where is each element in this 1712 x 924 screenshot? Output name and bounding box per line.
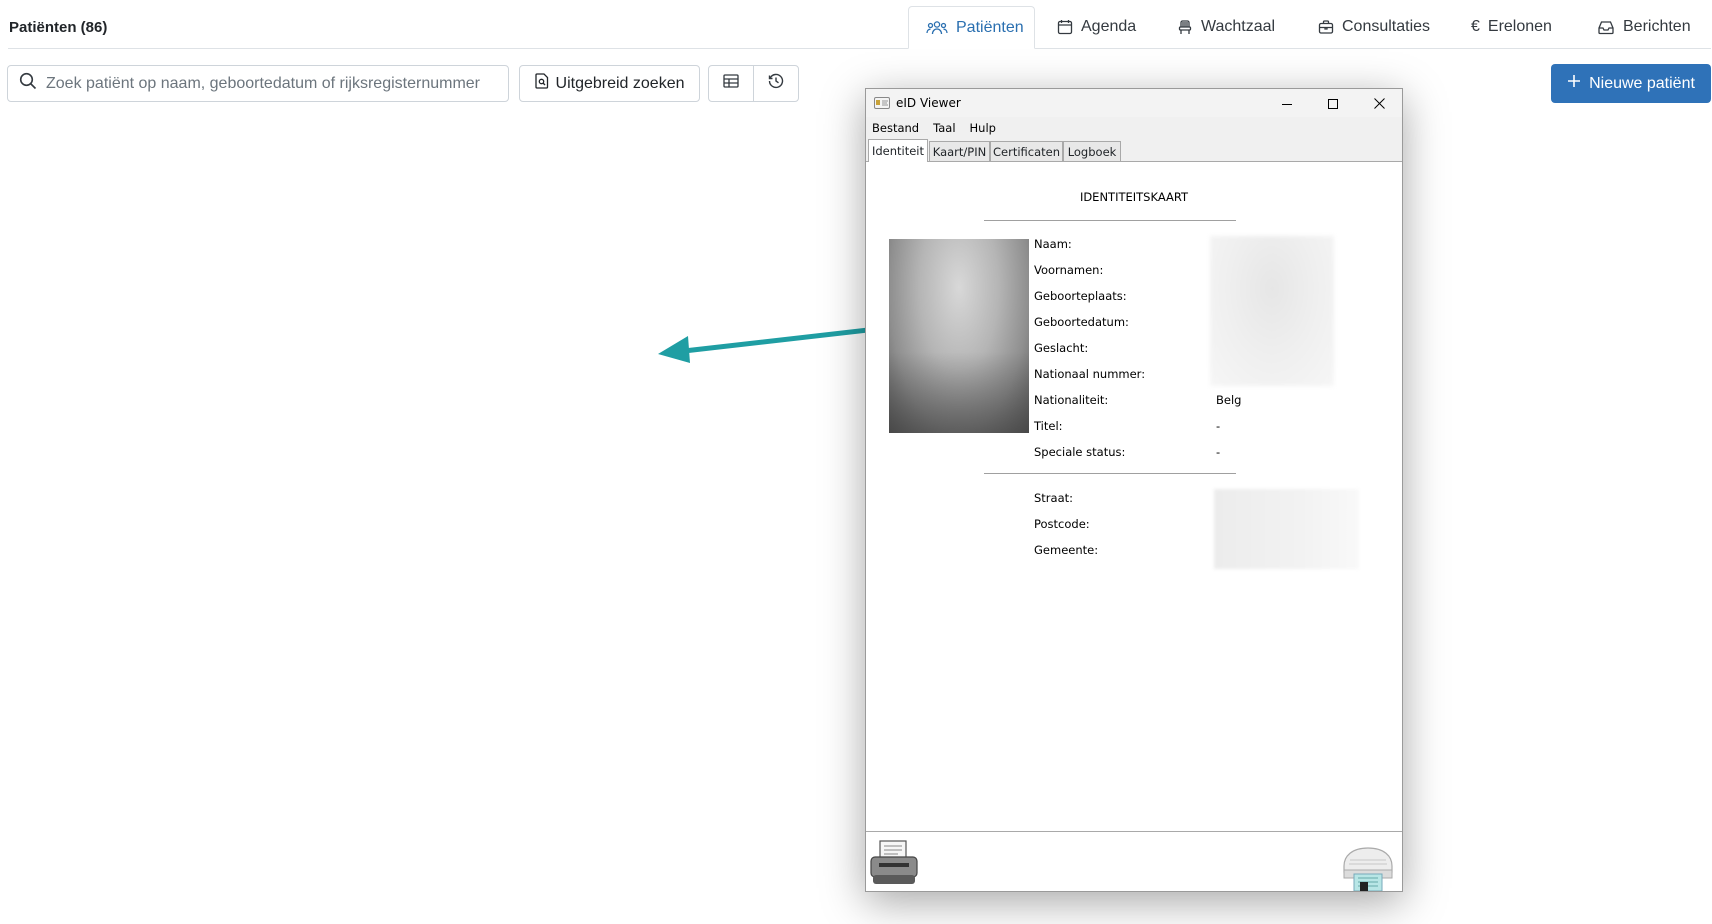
tab-wachtzaal[interactable]: Wachtzaal xyxy=(1177,6,1275,48)
view-button-group xyxy=(708,65,799,102)
history-button[interactable] xyxy=(753,66,798,101)
tab-label: Consultaties xyxy=(1342,18,1431,35)
printer-icon xyxy=(869,840,919,891)
table-icon xyxy=(723,74,739,93)
maximize-button[interactable] xyxy=(1310,89,1356,117)
window-title: eID Viewer xyxy=(896,96,961,110)
id-photo-shade xyxy=(889,352,1029,433)
advanced-search-button[interactable]: Uitgebreid zoeken xyxy=(519,65,700,102)
chair-icon xyxy=(1177,19,1193,35)
advanced-search-label: Uitgebreid zoeken xyxy=(555,74,685,92)
field-label-naam: Naam: xyxy=(1034,237,1072,251)
field-label-nationaal-nummer: Nationaal nummer: xyxy=(1034,367,1146,381)
menu-hulp[interactable]: Hulp xyxy=(970,121,996,135)
print-button[interactable] xyxy=(869,839,919,891)
window-tabs: Identiteit Kaart/PIN Certificaten Logboe… xyxy=(866,139,1402,162)
minimize-icon xyxy=(1282,94,1292,113)
eid-viewer-window: eID Viewer Bestand Taal Hulp Identiteit … xyxy=(865,88,1403,892)
field-value-speciale-status: - xyxy=(1216,445,1221,459)
field-label-gemeente: Gemeente: xyxy=(1034,543,1099,557)
tab-label: Patiënten xyxy=(956,18,1024,36)
field-label-nationaliteit: Nationaliteit: xyxy=(1034,393,1109,407)
card-heading: IDENTITEITSKAART xyxy=(1079,190,1189,204)
new-patient-label: Nieuwe patiënt xyxy=(1589,74,1695,92)
field-label-geslacht: Geslacht: xyxy=(1034,341,1089,355)
briefcase-icon xyxy=(1318,19,1334,35)
window-footer xyxy=(866,831,1402,892)
calendar-icon xyxy=(1057,19,1073,35)
new-patient-button[interactable]: Nieuwe patiënt xyxy=(1551,64,1711,103)
menu-taal[interactable]: Taal xyxy=(933,121,955,135)
field-value-titel: - xyxy=(1216,419,1221,433)
field-value-nationaliteit: Belg xyxy=(1216,393,1242,407)
window-menubar: Bestand Taal Hulp xyxy=(866,117,1402,139)
plus-icon xyxy=(1567,74,1581,93)
window-titlebar[interactable]: eID Viewer xyxy=(866,89,1402,117)
divider xyxy=(984,220,1236,221)
patient-search[interactable] xyxy=(7,65,509,102)
field-label-geboorteplaats: Geboorteplaats: xyxy=(1034,289,1127,303)
arrow-annotation xyxy=(658,318,950,363)
field-label-geboortedatum: Geboortedatum: xyxy=(1034,315,1129,329)
field-label-straat: Straat: xyxy=(1034,491,1074,505)
tab-label: Erelonen xyxy=(1487,18,1552,35)
maximize-icon xyxy=(1328,94,1338,113)
search-input[interactable] xyxy=(44,73,498,94)
tab-erelonen[interactable]: € Erelonen xyxy=(1471,6,1552,48)
identity-panel: IDENTITEITSKAART Naam: Voornamen: Geboor… xyxy=(866,162,1402,831)
card-reader-icon xyxy=(1340,847,1396,895)
menu-bestand[interactable]: Bestand xyxy=(872,121,919,135)
field-label-titel: Titel: xyxy=(1034,419,1063,433)
card-reader-button[interactable] xyxy=(1340,846,1396,895)
tab-label: Wachtzaal xyxy=(1201,18,1276,35)
redacted-identity-values xyxy=(1210,236,1334,386)
page-title: Patiënten (86) xyxy=(9,19,108,36)
file-search-icon xyxy=(534,73,549,94)
users-icon xyxy=(926,20,948,36)
tab-berichten[interactable]: Berichten xyxy=(1597,6,1691,48)
tab-label: Agenda xyxy=(1081,18,1137,35)
minimize-button[interactable] xyxy=(1264,89,1310,117)
tab-identiteit[interactable]: Identiteit xyxy=(868,139,928,162)
eid-app-icon xyxy=(874,94,890,113)
field-label-postcode: Postcode: xyxy=(1034,517,1090,531)
tab-consultaties[interactable]: Consultaties xyxy=(1318,6,1430,48)
tab-patienten[interactable]: Patiënten xyxy=(908,6,1035,49)
tab-label: Berichten xyxy=(1623,18,1691,35)
field-label-speciale-status: Speciale status: xyxy=(1034,445,1126,459)
history-icon xyxy=(767,72,785,95)
close-button[interactable] xyxy=(1356,89,1402,117)
tab-logboek[interactable]: Logboek xyxy=(1063,141,1121,161)
redacted-address-values xyxy=(1214,489,1359,569)
search-icon xyxy=(19,72,37,95)
tab-certificaten[interactable]: Certificaten xyxy=(990,141,1063,161)
close-icon xyxy=(1373,94,1385,113)
euro-icon: € xyxy=(1471,18,1480,35)
divider xyxy=(984,473,1236,474)
table-view-button[interactable] xyxy=(709,66,753,101)
tab-kaart-pin[interactable]: Kaart/PIN xyxy=(929,141,990,161)
field-label-voornamen: Voornamen: xyxy=(1034,263,1104,277)
inbox-icon xyxy=(1597,19,1615,35)
tab-agenda[interactable]: Agenda xyxy=(1057,6,1136,48)
nav-divider xyxy=(8,48,1711,49)
